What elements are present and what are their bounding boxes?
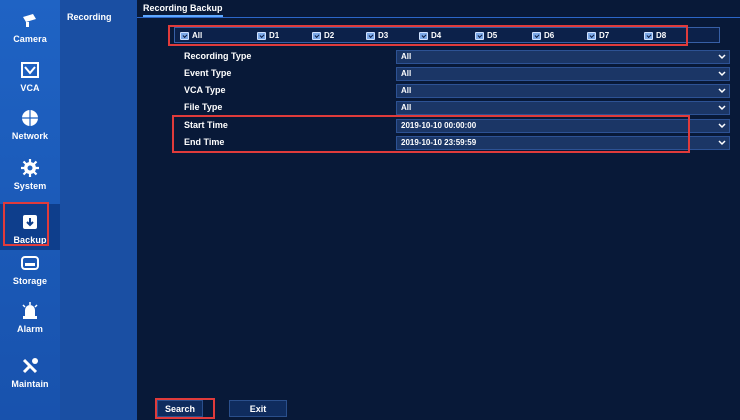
nav-network[interactable]: Network bbox=[0, 108, 60, 156]
checkbox-icon bbox=[644, 31, 653, 40]
nav-network-label: Network bbox=[11, 131, 49, 141]
start-time-value: 2019-10-10 00:00:00 bbox=[401, 121, 477, 130]
nav-camera[interactable]: Camera bbox=[0, 11, 60, 59]
event-type-label: Event Type bbox=[184, 68, 232, 78]
file-type-select[interactable]: All bbox=[396, 101, 730, 115]
channel-d6-checkbox[interactable]: D6 bbox=[532, 30, 554, 41]
recording-type-value: All bbox=[401, 52, 412, 61]
checkbox-icon bbox=[475, 31, 484, 40]
channel-d7-checkbox[interactable]: D7 bbox=[587, 30, 609, 41]
recording-type-select[interactable]: All bbox=[396, 50, 730, 64]
nav-maintain[interactable]: Maintain bbox=[0, 356, 60, 404]
chevron-down-icon bbox=[718, 105, 726, 111]
channel-label: D1 bbox=[269, 31, 280, 40]
nav-alarm-label: Alarm bbox=[16, 324, 43, 334]
vca-icon bbox=[20, 60, 40, 80]
exit-button[interactable]: Exit bbox=[229, 400, 287, 417]
event-type-value: All bbox=[401, 69, 412, 78]
main-panel: Recording Backup All D1 D2 D3 D4 D5 D6 D… bbox=[137, 0, 740, 420]
checkbox-icon bbox=[180, 31, 189, 40]
channel-label: D7 bbox=[599, 31, 610, 40]
end-time-value: 2019-10-10 23:59:59 bbox=[401, 138, 477, 147]
channel-label: D2 bbox=[324, 31, 335, 40]
nav-alarm[interactable]: Alarm bbox=[0, 301, 60, 349]
checkbox-icon bbox=[587, 31, 596, 40]
nav-camera-label: Camera bbox=[13, 34, 47, 44]
backup-icon bbox=[20, 212, 40, 232]
tab-bar: Recording Backup bbox=[137, 0, 740, 18]
checkbox-icon bbox=[532, 31, 541, 40]
end-time-select[interactable]: 2019-10-10 23:59:59 bbox=[396, 136, 730, 150]
chevron-down-icon bbox=[718, 123, 726, 129]
nav-storage[interactable]: Storage bbox=[0, 253, 60, 301]
channel-d4-checkbox[interactable]: D4 bbox=[419, 30, 441, 41]
event-type-row: Event Type All bbox=[174, 67, 730, 81]
start-time-select[interactable]: 2019-10-10 00:00:00 bbox=[396, 119, 730, 133]
channel-all-checkbox[interactable]: All bbox=[180, 30, 202, 41]
chevron-down-icon bbox=[718, 71, 726, 77]
alarm-icon bbox=[20, 301, 40, 321]
nav-vca[interactable]: VCA bbox=[0, 60, 60, 108]
submenu-item-recording[interactable]: Recording bbox=[60, 8, 137, 26]
channel-label: D3 bbox=[378, 31, 389, 40]
gear-icon bbox=[20, 158, 40, 178]
file-type-row: File Type All bbox=[174, 101, 730, 115]
nav-maintain-label: Maintain bbox=[11, 379, 49, 389]
nav-vca-label: VCA bbox=[20, 83, 40, 93]
channel-select-row: All D1 D2 D3 D4 D5 D6 D7 D8 bbox=[174, 27, 720, 43]
left-nav-rail: Camera VCA Network System Backup Storage bbox=[0, 0, 60, 420]
channel-d3-checkbox[interactable]: D3 bbox=[366, 30, 388, 41]
file-type-value: All bbox=[401, 103, 412, 112]
wrench-icon bbox=[20, 356, 40, 376]
channel-label: D5 bbox=[487, 31, 498, 40]
channel-label: All bbox=[192, 31, 203, 40]
chevron-down-icon bbox=[718, 88, 726, 94]
start-time-label: Start Time bbox=[184, 120, 228, 130]
start-time-row: Start Time 2019-10-10 00:00:00 bbox=[174, 119, 730, 133]
tab-recording-backup[interactable]: Recording Backup bbox=[143, 3, 223, 17]
channel-label: D4 bbox=[431, 31, 442, 40]
vca-type-select[interactable]: All bbox=[396, 84, 730, 98]
nav-backup[interactable]: Backup bbox=[0, 204, 60, 250]
checkbox-icon bbox=[419, 31, 428, 40]
channel-label: D8 bbox=[656, 31, 667, 40]
checkbox-icon bbox=[366, 31, 375, 40]
search-button[interactable]: Search bbox=[157, 400, 203, 417]
channel-d8-checkbox[interactable]: D8 bbox=[644, 30, 666, 41]
event-type-select[interactable]: All bbox=[396, 67, 730, 81]
chevron-down-icon bbox=[718, 54, 726, 60]
checkbox-icon bbox=[257, 31, 266, 40]
vca-type-label: VCA Type bbox=[184, 85, 226, 95]
chevron-down-icon bbox=[718, 140, 726, 146]
storage-icon bbox=[20, 253, 40, 273]
checkbox-icon bbox=[312, 31, 321, 40]
recording-type-label: Recording Type bbox=[184, 51, 252, 61]
nav-storage-label: Storage bbox=[12, 276, 48, 286]
camera-icon bbox=[20, 11, 40, 31]
end-time-label: End Time bbox=[184, 137, 225, 147]
recording-type-row: Recording Type All bbox=[174, 50, 730, 64]
network-icon bbox=[20, 108, 40, 128]
nav-backup-label: Backup bbox=[13, 235, 47, 245]
file-type-label: File Type bbox=[184, 102, 223, 112]
submenu-panel: Recording bbox=[60, 0, 137, 420]
vca-type-row: VCA Type All bbox=[174, 84, 730, 98]
end-time-row: End Time 2019-10-10 23:59:59 bbox=[174, 136, 730, 150]
channel-d1-checkbox[interactable]: D1 bbox=[257, 30, 279, 41]
vca-type-value: All bbox=[401, 86, 412, 95]
channel-d5-checkbox[interactable]: D5 bbox=[475, 30, 497, 41]
channel-label: D6 bbox=[544, 31, 555, 40]
channel-d2-checkbox[interactable]: D2 bbox=[312, 30, 334, 41]
nav-system-label: System bbox=[13, 181, 47, 191]
nav-system[interactable]: System bbox=[0, 158, 60, 206]
